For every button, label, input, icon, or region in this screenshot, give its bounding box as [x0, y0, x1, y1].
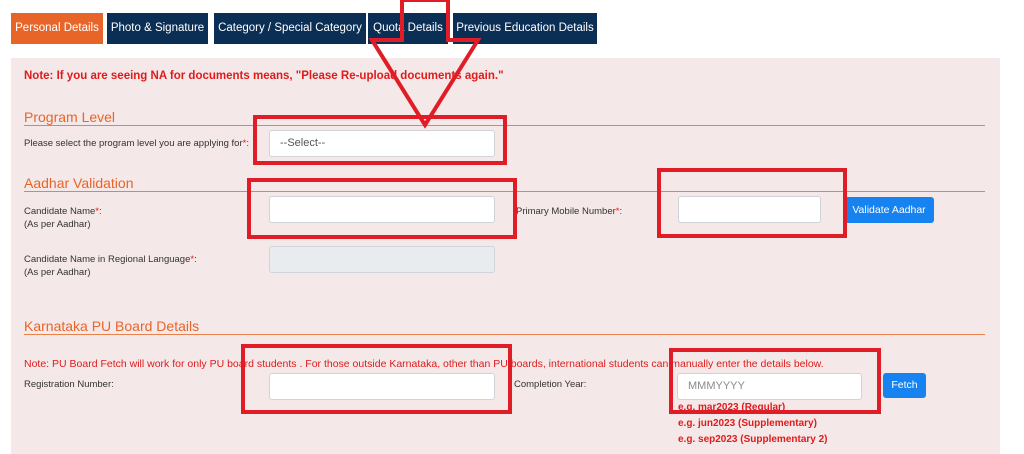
completion-year-input[interactable]: MMMYYYY: [677, 373, 862, 400]
form-panel: Note: If you are seeing NA for documents…: [11, 58, 1000, 454]
completion-example-supplementary: e.g. jun2023 (Supplementary): [678, 418, 817, 429]
regional-name-label: Candidate Name in Regional Language*: (A…: [24, 254, 197, 278]
regional-name-input[interactable]: [269, 246, 495, 273]
validate-aadhar-button[interactable]: Validate Aadhar: [844, 197, 934, 223]
tab-quota-details[interactable]: Quota Details: [368, 13, 448, 44]
mobile-number-label: Primary Mobile Number*:: [516, 206, 623, 217]
candidate-name-input[interactable]: [269, 196, 495, 223]
completion-example-supplementary-2: e.g. sep2023 (Supplementary 2): [678, 434, 828, 445]
program-level-select[interactable]: --Select--: [269, 130, 495, 157]
mobile-number-input[interactable]: [678, 196, 821, 223]
tab-previous-education[interactable]: Previous Education Details: [453, 13, 597, 44]
program-level-heading: Program Level: [24, 109, 116, 125]
registration-number-input[interactable]: [269, 373, 495, 400]
program-level-label: Please select the program level you are …: [24, 138, 249, 149]
section-divider: [24, 334, 985, 335]
tab-personal-details[interactable]: Personal Details: [11, 13, 103, 44]
candidate-name-label: Candidate Name*: (As per Aadhar): [24, 206, 102, 230]
section-divider: [24, 125, 985, 126]
section-divider: [24, 191, 985, 192]
tab-category[interactable]: Category / Special Category: [214, 13, 366, 44]
fetch-button[interactable]: Fetch: [883, 373, 926, 398]
tab-photo-signature[interactable]: Photo & Signature: [107, 13, 208, 44]
registration-number-label: Registration Number:: [24, 379, 114, 390]
pu-board-note: Note: PU Board Fetch will work for only …: [24, 358, 824, 370]
reupload-notice: Note: If you are seeing NA for documents…: [24, 70, 504, 82]
completion-year-label: Completion Year:: [514, 379, 587, 390]
aadhar-heading: Aadhar Validation: [24, 175, 134, 191]
pu-board-heading: Karnataka PU Board Details: [24, 318, 200, 334]
completion-example-regular: e.g. mar2023 (Regular): [678, 402, 786, 413]
